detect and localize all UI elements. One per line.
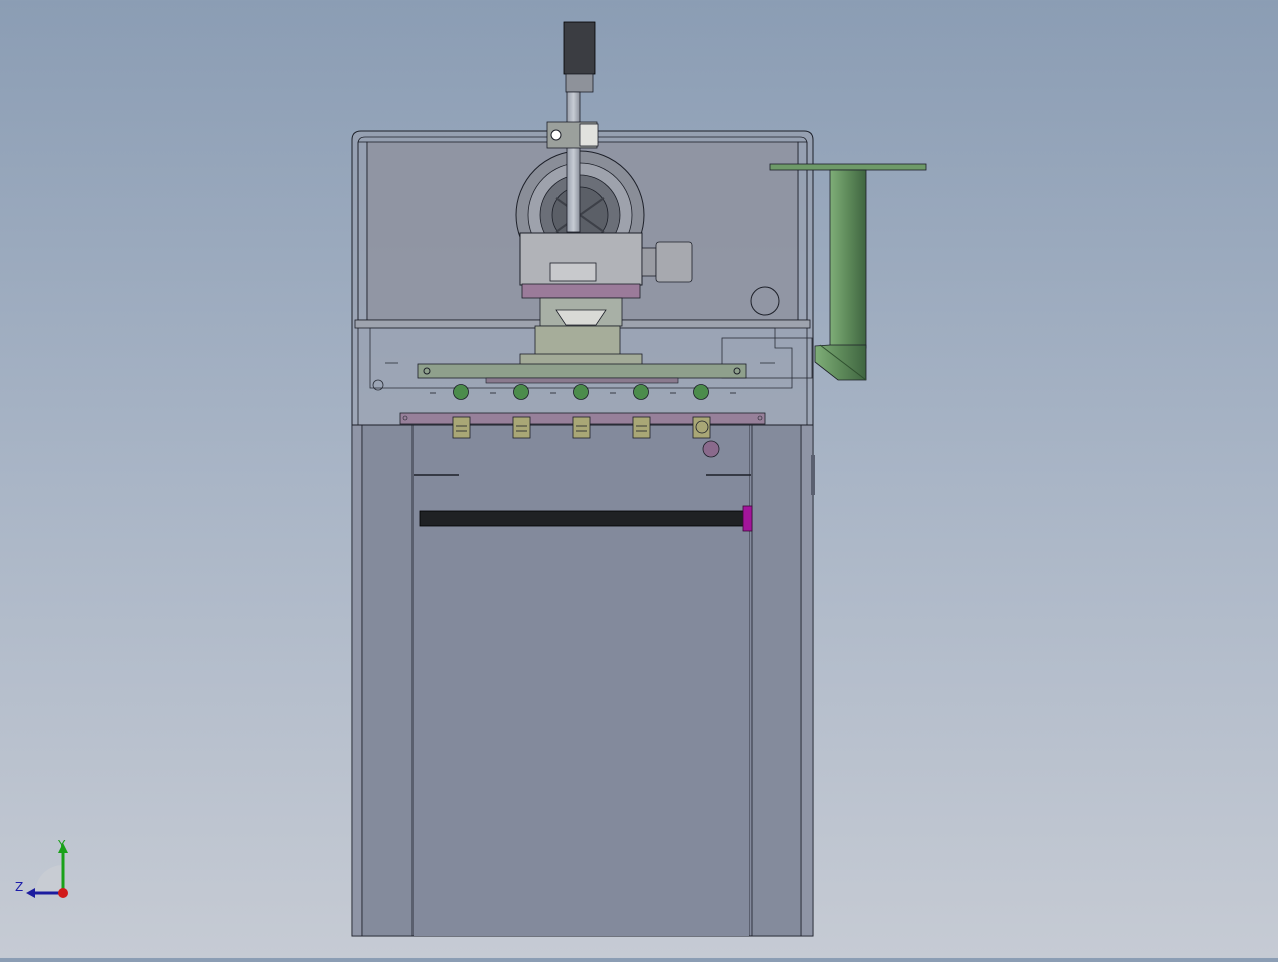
triad-z-label: Z [15, 880, 24, 894]
lower-cabinet [351, 424, 815, 937]
triad-y-label: Y [58, 838, 66, 852]
graphics-viewport[interactable]: Y Z [0, 0, 1278, 958]
model-drawing [351, 21, 927, 937]
coordinate-triad-icon [26, 843, 68, 898]
side-latch [811, 455, 815, 495]
